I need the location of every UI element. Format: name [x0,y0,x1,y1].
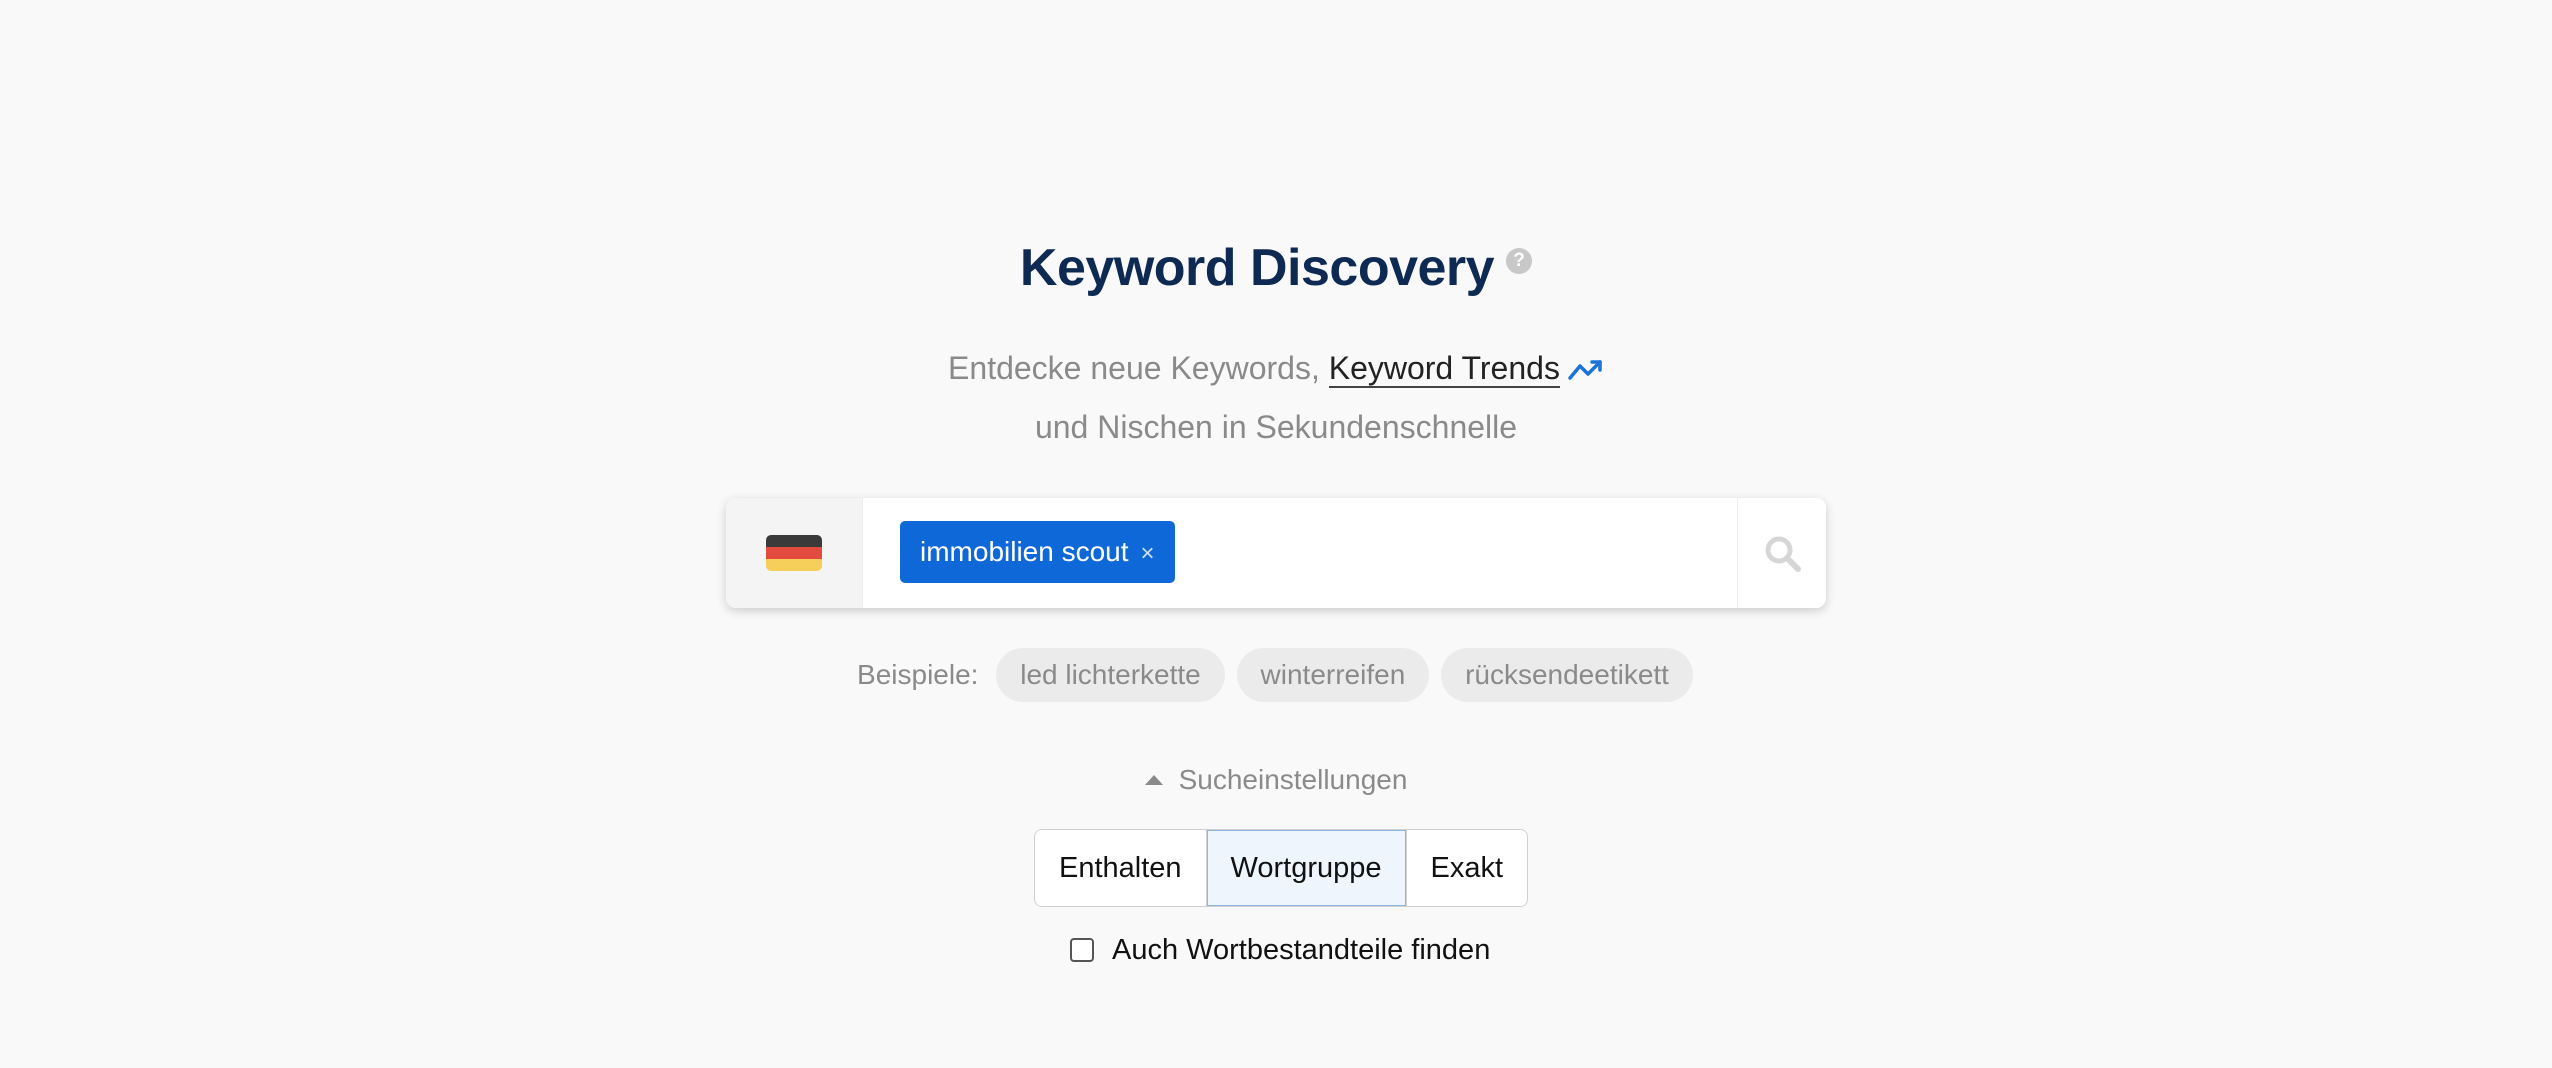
page-title: Keyword Discovery [1019,239,1495,297]
example-chip[interactable]: winterreifen [1236,648,1430,702]
question-circle-icon[interactable]: ? [1506,248,1533,274]
title-row: Keyword Discovery? [0,238,2552,298]
trending-up-icon [1568,343,1604,399]
word-parts-label[interactable]: Auch Wortbestandteile finden [1112,934,1490,967]
example-chip[interactable]: rücksendeetikett [1441,648,1693,702]
match-type-selector: Enthalten Wortgruppe Exakt [1034,829,1529,907]
keyword-tag-label: immobilien scout [920,536,1129,567]
examples-label: Beispiele: [857,659,979,690]
keyword-tag: immobilien scout × [900,521,1175,583]
search-settings-label: Sucheinstellungen [1178,764,1408,795]
example-chip[interactable]: led lichterkette [996,648,1225,702]
search-button[interactable] [1737,498,1826,608]
search-settings-toggle[interactable]: Sucheinstellungen [0,764,2552,796]
caret-up-icon [1144,774,1163,785]
match-option-contains[interactable]: Enthalten [1035,830,1207,906]
country-selector[interactable] [726,498,863,608]
germany-flag-icon [766,535,822,571]
close-icon[interactable]: × [1141,523,1155,585]
subtitle-line2: und Nischen in Sekundenschnelle [1034,408,1518,445]
subtitle-text: Entdecke neue Keywords, [948,350,1329,386]
match-option-phrase[interactable]: Wortgruppe [1206,830,1407,906]
keyword-trends-link[interactable]: Keyword Trends [1328,350,1560,388]
word-parts-option: Auch Wortbestandteile finden [1070,930,1490,970]
word-parts-checkbox[interactable] [1070,938,1094,962]
search-icon [1765,536,1801,572]
match-option-exact[interactable]: Exakt [1406,830,1528,906]
keyword-search-box: immobilien scout × [726,498,1826,608]
examples-row: Beispiele: led lichterkette winterreifen… [0,648,2552,702]
page-subtitle: Entdecke neue Keywords, Keyword Trends u… [0,340,2552,455]
page: Keyword Discovery? Entdecke neue Keyword… [0,0,2552,1068]
